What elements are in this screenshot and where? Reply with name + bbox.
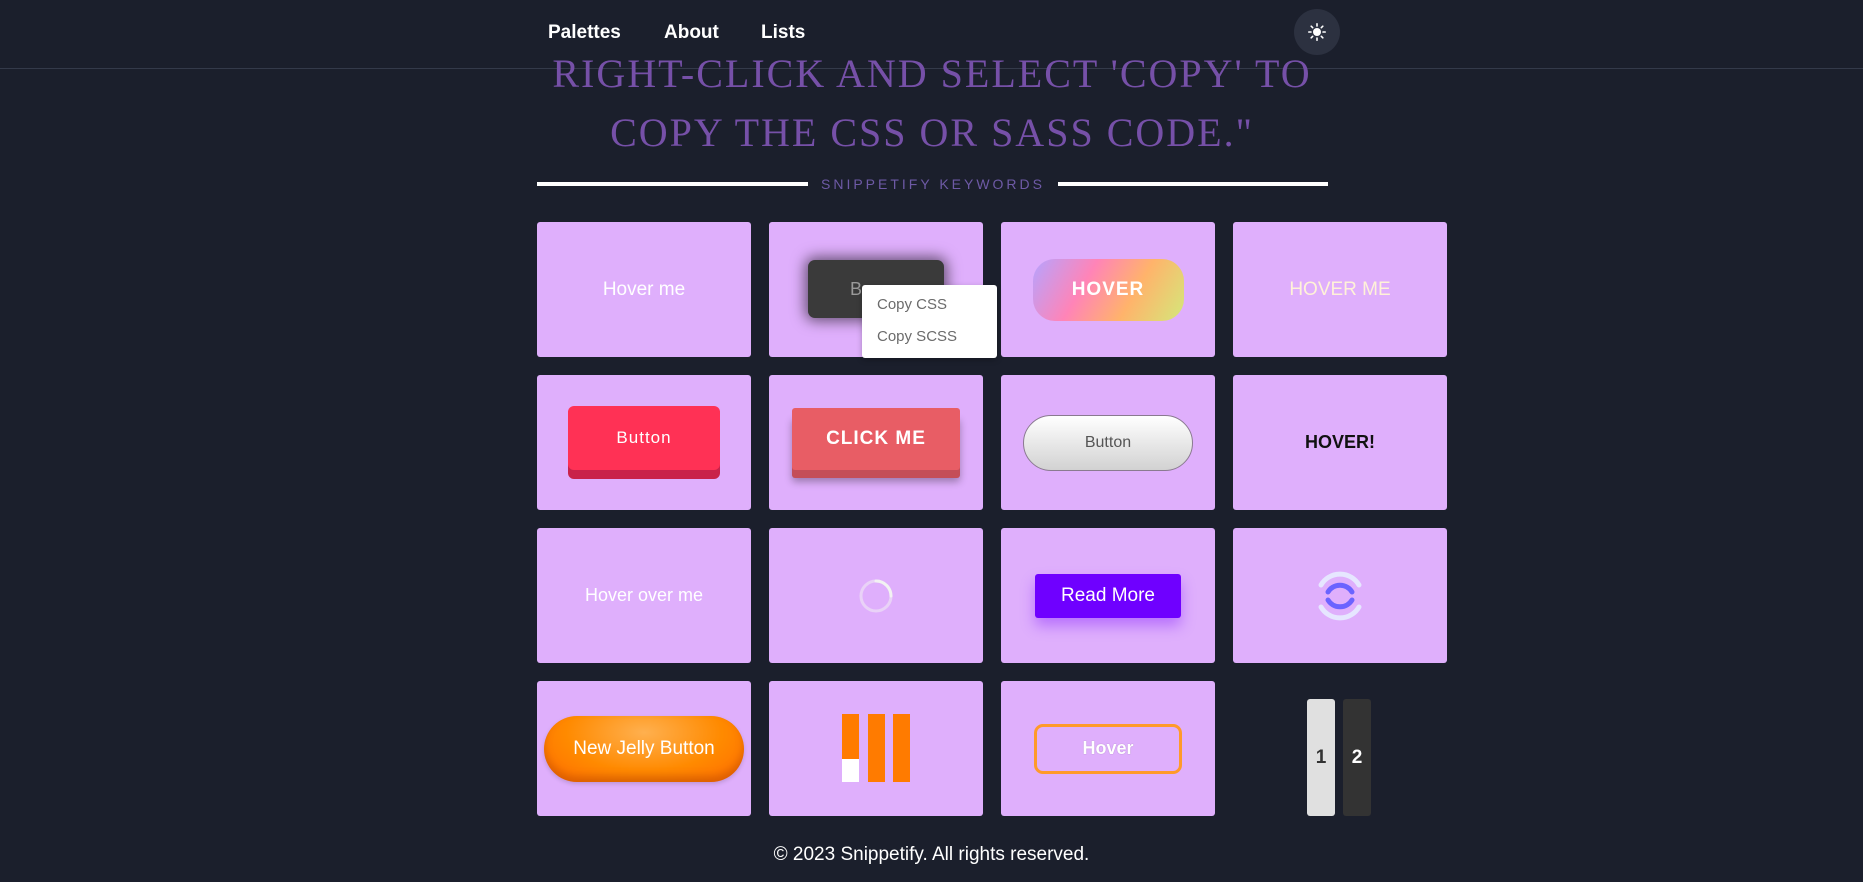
click-me-label: CLICK ME <box>826 427 926 449</box>
footer-copyright: © 2023 Snippetify. All rights reserved. <box>773 844 1090 865</box>
hover-exclaim-button[interactable]: HOVER! <box>1305 432 1375 453</box>
keywords-label: SNIPPETIFY KEYWORDS <box>821 176 1045 192</box>
divider-right <box>1058 182 1328 186</box>
snippet-card[interactable]: CLICK ME <box>769 375 983 510</box>
hover-over-me-button[interactable]: Hover over me <box>585 585 703 606</box>
page-2-button[interactable]: 2 <box>1343 699 1371 816</box>
hover-me-button[interactable]: Hover me <box>603 279 685 301</box>
nav-palettes[interactable]: Palettes <box>548 22 621 44</box>
snippet-card[interactable] <box>769 528 983 663</box>
outline-hover-label: Hover <box>1082 738 1134 758</box>
page-1-button[interactable]: 1 <box>1307 699 1335 816</box>
snippet-card[interactable] <box>769 681 983 816</box>
red-3d-button[interactable]: Button <box>568 406 720 470</box>
headline-line-2: COPY THE CSS OR SASS CODE." <box>610 110 1254 155</box>
white-pill-label: Button <box>1084 433 1132 451</box>
snippet-card[interactable]: HOVER ME <box>1233 222 1447 357</box>
spinner-loader <box>859 579 893 612</box>
bar-loader-bar-1 <box>842 714 859 759</box>
headline-line-1: RIGHT-CLICK AND SELECT 'COPY' TO <box>552 51 1312 96</box>
nav-lists[interactable]: Lists <box>761 22 805 44</box>
snippet-card[interactable]: Read More <box>1001 528 1215 663</box>
snippet-card[interactable]: Button <box>537 375 751 510</box>
gradient-hover-button[interactable]: HOVER <box>1032 258 1184 321</box>
copy-scss-item[interactable]: Copy SCSS <box>877 328 957 345</box>
snippet-card[interactable] <box>1233 528 1447 663</box>
snippet-card[interactable]: HOVER <box>1001 222 1215 357</box>
read-more-label: Read More <box>1061 584 1155 606</box>
outline-hover-button[interactable]: Hover <box>1034 723 1182 774</box>
hover-me-caps-button[interactable]: HOVER ME <box>1289 279 1390 301</box>
gradient-hover-label: HOVER <box>1071 278 1145 300</box>
snippet-card[interactable]: Hover me <box>537 222 751 357</box>
copy-css-item[interactable]: Copy CSS <box>877 296 947 313</box>
snippet-card[interactable]: New Jelly Button <box>537 681 751 816</box>
snippet-card[interactable]: HOVER! <box>1233 375 1447 510</box>
snippet-card[interactable]: Button <box>1001 375 1215 510</box>
snippet-card[interactable]: Hover over me <box>537 528 751 663</box>
context-menu: Copy CSS Copy SCSS <box>862 285 997 358</box>
bar-loader-bar-1-gap <box>842 759 859 782</box>
bar-loader-bar-3 <box>893 714 910 782</box>
bar-loader-bar-2 <box>868 714 885 782</box>
sun-icon <box>1308 23 1326 41</box>
click-me-button[interactable]: CLICK ME <box>792 407 960 470</box>
nav-about[interactable]: About <box>664 22 719 44</box>
read-more-button[interactable]: Read More <box>1035 573 1181 618</box>
ring-loader <box>1318 571 1362 620</box>
red-3d-button-label: Button <box>616 428 672 447</box>
divider-left <box>537 182 808 186</box>
snippet-card[interactable]: Hover <box>1001 681 1215 816</box>
jelly-button-label: New Jelly Button <box>573 737 715 759</box>
bar-loader <box>769 681 983 816</box>
theme-toggle-button[interactable] <box>1294 9 1340 55</box>
white-pill-button[interactable]: Button <box>1023 414 1193 471</box>
jelly-button[interactable]: New Jelly Button <box>544 715 744 782</box>
